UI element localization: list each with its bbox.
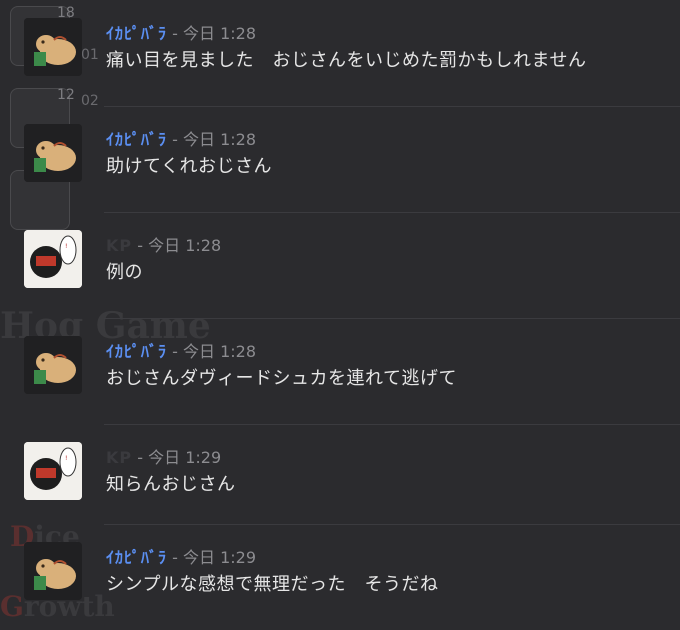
message-divider (104, 318, 680, 319)
message-meta: ｲｶﾋﾟﾊﾞﾗ - 今日 1:28 (106, 20, 256, 44)
message-author[interactable]: ｲｶﾋﾟﾊﾞﾗ (106, 130, 167, 149)
message-date: 今日 (182, 130, 215, 149)
message-author[interactable]: ｲｶﾋﾟﾊﾞﾗ (106, 548, 167, 567)
svg-text:!: ! (65, 455, 67, 462)
message-meta: KP - 今日 1:28 (106, 232, 221, 256)
message-item: ! KP - 今日 1:28 例の (0, 212, 680, 318)
meta-separator: - (172, 548, 178, 567)
message-date: 今日 (148, 236, 181, 255)
capybara-avatar[interactable] (24, 542, 82, 600)
message-date: 今日 (182, 342, 215, 361)
message-item: ｲｶﾋﾟﾊﾞﾗ - 今日 1:28 おじさんダヴィードシュカを連れて逃げて (0, 318, 680, 424)
capybara-avatar[interactable] (24, 18, 82, 76)
message-text: 例の (106, 262, 143, 283)
message-meta: ｲｶﾋﾟﾊﾞﾗ - 今日 1:28 (106, 126, 256, 150)
message-text: 痛い目を見ました おじさんをいじめた罰かもしれません (106, 50, 587, 71)
message-text: 助けてくれおじさん (106, 156, 272, 177)
message-date: 今日 (182, 24, 215, 43)
message-item: ! KP - 今日 1:29 知らんおじさん (0, 424, 680, 530)
message-item: ｲｶﾋﾟﾊﾞﾗ - 今日 1:29 シンプルな感想で無理だった そうだね (0, 524, 680, 630)
meta-separator: - (172, 342, 178, 361)
message-author[interactable]: KP (106, 236, 132, 255)
message-time: 1:28 (185, 236, 222, 255)
message-time: 1:29 (185, 448, 222, 467)
message-text: シンプルな感想で無理だった そうだね (106, 574, 439, 595)
meta-separator: - (172, 24, 178, 43)
kp-avatar[interactable]: ! (24, 442, 82, 500)
message-divider (104, 106, 680, 107)
message-divider (104, 524, 680, 525)
meta-separator: - (172, 130, 178, 149)
message-author[interactable]: ｲｶﾋﾟﾊﾞﾗ (106, 342, 167, 361)
capybara-avatar[interactable] (24, 124, 82, 182)
message-text: おじさんダヴィードシュカを連れて逃げて (106, 368, 457, 389)
meta-separator: - (137, 236, 143, 255)
message-divider (104, 212, 680, 213)
capybara-avatar[interactable] (24, 336, 82, 394)
message-divider (104, 424, 680, 425)
message-author[interactable]: KP (106, 448, 132, 467)
message-meta: KP - 今日 1:29 (106, 444, 221, 468)
message-time: 1:28 (220, 130, 257, 149)
message-meta: ｲｶﾋﾟﾊﾞﾗ - 今日 1:29 (106, 544, 256, 568)
message-item: ｲｶﾋﾟﾊﾞﾗ - 今日 1:28 痛い目を見ました おじさんをいじめた罰かもし… (0, 0, 680, 106)
message-meta: ｲｶﾋﾟﾊﾞﾗ - 今日 1:28 (106, 338, 256, 362)
message-time: 1:28 (220, 342, 257, 361)
message-date: 今日 (182, 548, 215, 567)
message-time: 1:28 (220, 24, 257, 43)
message-author[interactable]: ｲｶﾋﾟﾊﾞﾗ (106, 24, 167, 43)
message-time: 1:29 (220, 548, 257, 567)
meta-separator: - (137, 448, 143, 467)
svg-text:!: ! (65, 243, 67, 250)
message-date: 今日 (148, 448, 181, 467)
kp-avatar[interactable]: ! (24, 230, 82, 288)
message-item: ｲｶﾋﾟﾊﾞﾗ - 今日 1:28 助けてくれおじさん (0, 106, 680, 212)
message-text: 知らんおじさん (106, 474, 236, 495)
